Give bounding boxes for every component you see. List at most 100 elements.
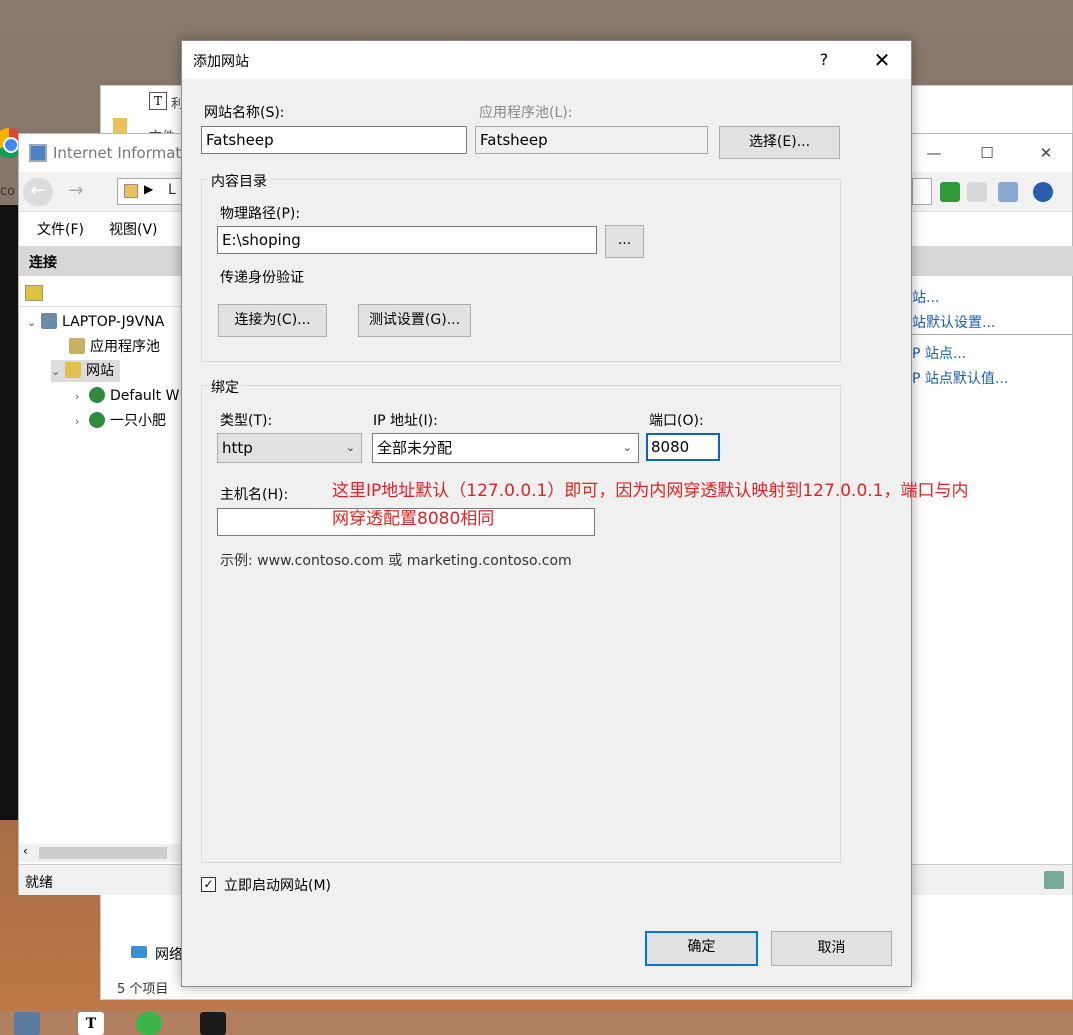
actions-separator xyxy=(912,334,1072,335)
server-icon xyxy=(41,313,57,329)
annotation-line-1: 这里IP地址默认（127.0.0.1）即可，因为内网穿透默认映射到127.0.0… xyxy=(332,481,969,501)
ip-address-label: IP 地址(I): xyxy=(373,413,438,429)
iis-window-title: Internet Informati xyxy=(53,144,186,162)
sites-folder-icon xyxy=(65,362,81,378)
network-item[interactable]: 网络 xyxy=(155,944,183,964)
minimize-button[interactable]: — xyxy=(911,138,957,168)
network-icon xyxy=(131,946,147,958)
site-name-input[interactable]: Fatsheep xyxy=(201,126,467,154)
physical-path-label: 物理路径(P): xyxy=(220,206,301,222)
app-pool-label: 应用程序池(L): xyxy=(479,105,573,121)
dialog-title: 添加网站 xyxy=(193,54,249,70)
help-button[interactable]: ? xyxy=(812,47,836,73)
chevron-down-icon: ⌄ xyxy=(622,441,632,454)
globe-icon xyxy=(89,387,105,403)
tree-label: 一只小肥 xyxy=(110,413,166,429)
iis-app-icon xyxy=(29,144,47,162)
background-window-strip xyxy=(0,205,18,820)
network-status-icon xyxy=(1044,871,1064,889)
type-value: http xyxy=(222,439,253,457)
close-button[interactable]: ✕ xyxy=(867,47,897,73)
chevron-right-icon[interactable]: › xyxy=(75,386,89,408)
start-immediately-label: 立即启动网站(M) xyxy=(224,878,332,894)
pass-through-auth-label: 传递身份验证 xyxy=(220,270,304,286)
new-connection-icon[interactable] xyxy=(25,285,43,301)
tree-label: LAPTOP-J9VNA xyxy=(62,314,165,330)
home-icon[interactable] xyxy=(998,182,1018,202)
tree-label: 应用程序池 xyxy=(90,339,160,355)
stop-icon[interactable] xyxy=(967,182,987,202)
content-directory-title: 内容目录 xyxy=(208,171,270,191)
chevron-right-icon[interactable]: › xyxy=(75,411,89,433)
hostname-label: 主机名(H): xyxy=(220,487,289,503)
hostname-example: 示例: www.contoso.com 或 marketing.contoso.… xyxy=(220,553,572,569)
physical-path-input[interactable]: E:\shoping xyxy=(217,226,597,254)
maximize-button[interactable]: ☐ xyxy=(964,138,1010,168)
connections-title: 连接 xyxy=(29,255,57,271)
menu-file[interactable]: 文件(F) xyxy=(37,219,84,239)
window-close-button[interactable]: ✕ xyxy=(1023,138,1069,168)
browse-button[interactable]: ... xyxy=(605,225,644,258)
app-pool-icon xyxy=(69,338,85,354)
server-icon xyxy=(124,184,138,198)
folder-icon xyxy=(113,118,127,134)
type-label: 类型(T): xyxy=(220,413,273,429)
tree-node-app-pools[interactable]: 应用程序池 xyxy=(69,336,160,358)
tree-label: 网站 xyxy=(86,363,114,379)
address-field[interactable]: ▶ L xyxy=(117,178,187,205)
action-ftp-site[interactable]: P 站点... xyxy=(912,343,966,363)
app-pool-input: Fatsheep xyxy=(475,126,708,154)
taskbar-text-icon[interactable]: T xyxy=(78,1012,104,1035)
action-site-defaults[interactable]: 站默认设置... xyxy=(912,312,995,332)
binding-title: 绑定 xyxy=(208,377,242,397)
taskbar: T xyxy=(0,1010,1073,1035)
text-app-icon: T xyxy=(149,92,167,110)
type-select[interactable]: http ⌄ xyxy=(217,433,362,463)
tree-node-site-custom[interactable]: › 一只小肥 xyxy=(75,410,166,432)
scroll-left-icon[interactable]: ‹ xyxy=(23,844,28,858)
cancel-button[interactable]: 取消 xyxy=(771,931,892,966)
port-label: 端口(O): xyxy=(649,413,704,429)
test-settings-button[interactable]: 测试设置(G)... xyxy=(358,304,471,337)
port-input[interactable]: 8080 xyxy=(646,433,720,461)
taskbar-terminal-icon[interactable] xyxy=(200,1012,226,1035)
taskbar-wechat-icon[interactable] xyxy=(136,1012,162,1035)
scrollbar-thumb[interactable] xyxy=(39,847,167,859)
connections-toolbar xyxy=(19,279,182,307)
chevron-down-icon[interactable]: ⌄ xyxy=(27,312,41,334)
connections-header: 连接 xyxy=(19,246,182,276)
tree-node-sites[interactable]: ⌄ 网站 xyxy=(51,360,120,382)
dialog-titlebar: 添加网站 ? ✕ xyxy=(182,41,911,79)
annotation-line-2: 网穿透配置8080相同 xyxy=(332,509,495,529)
tree-node-site-default[interactable]: › Default W xyxy=(75,385,179,407)
back-button[interactable]: ← xyxy=(23,178,53,206)
add-website-dialog: 添加网站 ? ✕ 网站名称(S): Fatsheep 应用程序池(L): Fat… xyxy=(181,40,968,987)
connections-tree: ⌄ LAPTOP-J9VNA 应用程序池 ⌄ 网站 › Default W › 一只小肥 xyxy=(19,309,182,439)
breadcrumb-chevron-icon: ▶ xyxy=(144,182,154,196)
taskbar-iis-icon[interactable] xyxy=(14,1012,40,1035)
help-icon[interactable] xyxy=(1033,182,1053,202)
menu-view[interactable]: 视图(V) xyxy=(109,219,158,239)
ip-address-select[interactable]: 全部未分配 ⌄ xyxy=(372,433,639,463)
ok-button[interactable]: 确定 xyxy=(645,931,758,966)
chevron-down-icon[interactable]: ⌄ xyxy=(51,361,65,383)
action-add-site[interactable]: 站... xyxy=(912,287,939,307)
action-ftp-defaults[interactable]: P 站点默认值... xyxy=(912,368,1008,388)
chevron-down-icon: ⌄ xyxy=(345,441,355,454)
tree-node-server[interactable]: ⌄ LAPTOP-J9VNA xyxy=(27,311,164,333)
globe-icon xyxy=(89,412,105,428)
tree-label: Default W xyxy=(110,388,180,404)
actions-header xyxy=(912,246,1073,276)
tree-horizontal-scrollbar[interactable]: ‹ xyxy=(19,844,182,862)
forward-button[interactable]: → xyxy=(61,178,91,206)
status-text: 就绪 xyxy=(25,875,53,891)
start-immediately-checkbox[interactable]: ✓ xyxy=(201,877,216,892)
refresh-icon[interactable] xyxy=(940,182,960,202)
connect-as-button[interactable]: 连接为(C)... xyxy=(218,304,327,337)
address-text: L xyxy=(168,182,176,198)
item-count: 5 个项目 xyxy=(117,982,169,997)
select-app-pool-button[interactable]: 选择(E)... xyxy=(719,126,840,159)
ip-address-value: 全部未分配 xyxy=(377,439,453,457)
site-name-label: 网站名称(S): xyxy=(204,105,285,121)
address-field-end[interactable] xyxy=(912,178,932,205)
